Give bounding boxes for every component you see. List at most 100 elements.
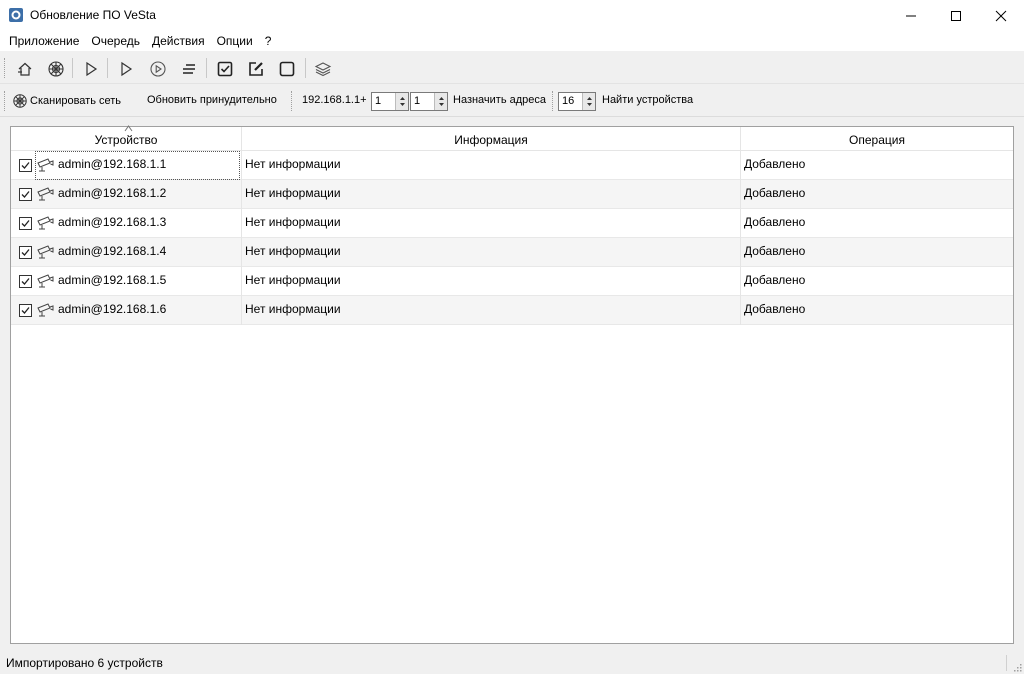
home-icon <box>18 62 32 76</box>
ip-start-spinbox[interactable]: 1 <box>371 92 409 111</box>
column-header-info[interactable]: Информация <box>242 127 741 151</box>
column-divider <box>241 180 242 209</box>
layers-button[interactable] <box>312 58 334 80</box>
start-button[interactable] <box>80 58 102 80</box>
spin-arrows-icon <box>587 97 592 106</box>
device-count-value[interactable]: 16 <box>562 95 574 107</box>
column-divider <box>740 151 741 180</box>
scan-network-button[interactable]: Сканировать сеть <box>12 92 121 110</box>
table-row[interactable]: admin@192.168.1.4 Нет информации Добавле… <box>11 238 1013 267</box>
maximize-button[interactable] <box>933 0 979 31</box>
menu-help[interactable]: ? <box>259 31 278 51</box>
close-icon <box>995 10 1007 21</box>
checkmark-icon <box>21 278 30 285</box>
table-row[interactable]: admin@192.168.1.5 Нет информации Добавле… <box>11 267 1013 296</box>
play-icon <box>86 61 98 77</box>
checkmark-icon <box>21 249 30 256</box>
column-header-device[interactable]: Устройство <box>11 125 242 151</box>
main-toolbar <box>0 52 1024 84</box>
menu-options[interactable]: Опции <box>211 31 259 51</box>
uncheck-all-button[interactable] <box>276 58 298 80</box>
device-info: Нет информации <box>245 157 341 171</box>
scan-button[interactable] <box>45 58 67 80</box>
device-operation: Добавлено <box>744 302 806 316</box>
device-operation: Добавлено <box>744 186 806 200</box>
home-button[interactable] <box>14 58 36 80</box>
status-message: Импортировано 6 устройств <box>6 656 163 670</box>
app-icon <box>9 8 23 22</box>
play-circle-button[interactable] <box>147 58 169 80</box>
device-name: admin@192.168.1.5 <box>58 273 167 287</box>
assign-addresses-button[interactable]: Назначить адреса <box>453 94 546 106</box>
play-icon <box>121 61 133 77</box>
ip-count-spinbox[interactable]: 1 <box>410 92 448 111</box>
spin-arrows[interactable] <box>582 93 595 110</box>
camera-icon <box>37 158 54 172</box>
checkmark-icon <box>21 307 30 314</box>
device-info: Нет информации <box>245 244 341 258</box>
column-divider <box>740 267 741 296</box>
table-row[interactable]: admin@192.168.1.3 Нет информации Добавле… <box>11 209 1013 238</box>
toolbar-grip[interactable] <box>4 91 7 111</box>
column-header-operation[interactable]: Операция <box>741 127 1013 151</box>
title-bar: Обновление ПО VeSta <box>0 0 1024 31</box>
column-divider <box>241 209 242 238</box>
column-header-label: Устройство <box>94 133 158 147</box>
find-devices-button[interactable]: Найти устройства <box>602 94 693 106</box>
row-checkbox[interactable] <box>19 159 32 172</box>
table-row[interactable]: admin@192.168.1.1 Нет информации Добавле… <box>11 151 1013 180</box>
spin-arrows[interactable] <box>395 93 408 110</box>
table-row[interactable]: admin@192.168.1.6 Нет информации Добавле… <box>11 296 1013 325</box>
table-row[interactable]: admin@192.168.1.2 Нет информации Добавле… <box>11 180 1013 209</box>
ip-start-value[interactable]: 1 <box>375 95 381 107</box>
check-all-button[interactable] <box>214 58 236 80</box>
toolbar-grip[interactable] <box>4 58 7 78</box>
toolbar-separator <box>305 58 306 78</box>
device-count-spinbox[interactable]: 16 <box>558 92 596 111</box>
row-checkbox[interactable] <box>19 217 32 230</box>
checkmark-icon <box>21 220 30 227</box>
status-bar: Импортировано 6 устройств <box>0 652 1024 674</box>
row-checkbox[interactable] <box>19 304 32 317</box>
list-icon <box>183 64 195 74</box>
uncheck-icon <box>279 61 295 77</box>
spin-arrows[interactable] <box>434 93 447 110</box>
menu-actions[interactable]: Действия <box>146 31 211 51</box>
device-name: admin@192.168.1.3 <box>58 215 167 229</box>
column-divider <box>241 238 242 267</box>
minimize-button[interactable] <box>888 0 934 31</box>
camera-icon <box>37 245 54 259</box>
check-all-icon <box>217 61 233 77</box>
column-divider <box>241 267 242 296</box>
column-header-label: Информация <box>454 133 528 147</box>
toolbar-grip[interactable] <box>552 91 555 111</box>
edit-icon <box>249 62 263 76</box>
menu-app[interactable]: Приложение <box>3 31 85 51</box>
queue-list-button[interactable] <box>178 58 200 80</box>
start-selected-button[interactable] <box>115 58 137 80</box>
device-operation: Добавлено <box>744 215 806 229</box>
device-info: Нет информации <box>245 215 341 229</box>
row-checkbox[interactable] <box>19 188 32 201</box>
device-info: Нет информации <box>245 302 341 316</box>
row-checkbox[interactable] <box>19 246 32 259</box>
menu-bar: Приложение Очередь Действия Опции ? <box>0 31 1024 51</box>
force-update-button[interactable]: Обновить принудительно <box>147 94 277 106</box>
close-button[interactable] <box>978 0 1024 31</box>
edit-button[interactable] <box>245 58 267 80</box>
device-name: admin@192.168.1.2 <box>58 186 167 200</box>
scan-toolbar: Сканировать сеть Обновить принудительно … <box>0 85 1024 117</box>
row-checkbox[interactable] <box>19 275 32 288</box>
ip-prefix-label: 192.168.1.1+ <box>302 94 367 106</box>
camera-icon <box>37 187 54 201</box>
ip-count-value[interactable]: 1 <box>414 95 420 107</box>
scan-network-label: Сканировать сеть <box>30 95 122 107</box>
camera-icon <box>37 303 54 317</box>
resize-grip-icon[interactable] <box>1012 662 1022 672</box>
menu-queue[interactable]: Очередь <box>85 31 146 51</box>
play-circle-icon <box>150 61 166 77</box>
toolbar-grip[interactable] <box>291 91 294 111</box>
column-divider <box>740 296 741 325</box>
column-divider <box>740 238 741 267</box>
checkmark-icon <box>21 191 30 198</box>
